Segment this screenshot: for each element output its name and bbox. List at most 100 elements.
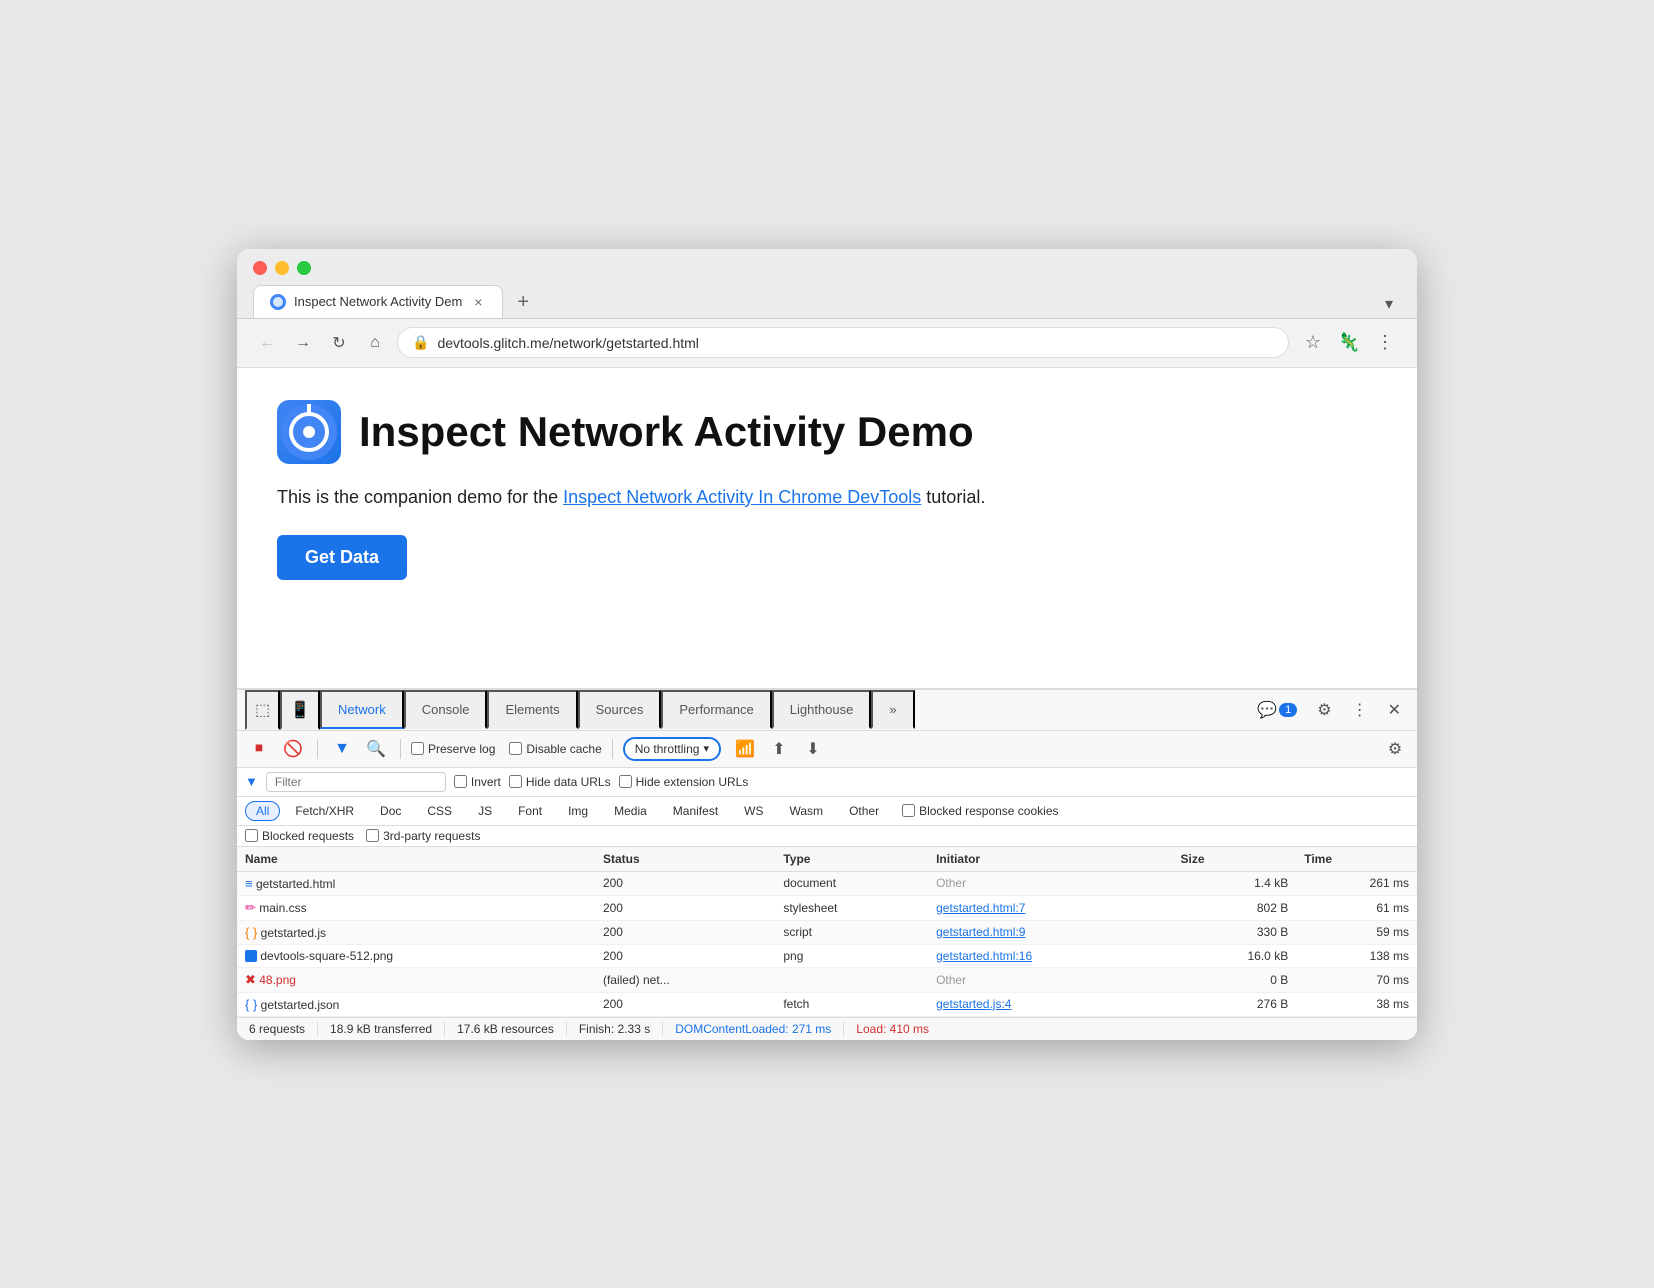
maximize-button[interactable] <box>297 261 311 275</box>
refresh-button[interactable]: ↻ <box>325 329 353 357</box>
blocked-cookies-checkbox[interactable] <box>902 804 915 817</box>
invert-checkbox[interactable] <box>454 775 467 788</box>
tab-close-button[interactable]: × <box>470 294 486 310</box>
devtools-panel: ⬚ 📱 Network Console Elements Sources Per… <box>237 688 1417 1040</box>
toolbar-separator-1 <box>317 739 318 759</box>
table-row[interactable]: { } getstarted.json 200 fetch getstarted… <box>237 992 1417 1016</box>
table-row[interactable]: ≡ getstarted.html 200 document Other 1.4… <box>237 871 1417 895</box>
hide-data-urls-checkbox[interactable] <box>509 775 522 788</box>
network-toolbar: ⏹ 🚫 ▼ 🔍 Preserve log Disable cache <box>237 731 1417 768</box>
type-filter-js[interactable]: JS <box>467 801 503 821</box>
cell-name: { } getstarted.json <box>237 992 595 1016</box>
table-row[interactable]: devtools-square-512.png 200 png getstart… <box>237 944 1417 967</box>
extensions-button[interactable]: 🦎 <box>1333 327 1365 359</box>
resources-size: 17.6 kB resources <box>445 1022 567 1036</box>
type-filter-media[interactable]: Media <box>603 801 658 821</box>
col-type[interactable]: Type <box>775 847 928 872</box>
type-filter-all[interactable]: All <box>245 801 280 821</box>
error-file-icon: ✖ <box>245 972 256 987</box>
tab-more[interactable]: » <box>871 690 914 729</box>
type-filter-fetch-xhr[interactable]: Fetch/XHR <box>284 801 365 821</box>
get-data-button[interactable]: Get Data <box>277 535 407 580</box>
filter-button[interactable]: ▼ <box>328 735 356 763</box>
preserve-log-label[interactable]: Preserve log <box>411 742 495 756</box>
devtools-more-button[interactable]: ⋮ <box>1344 694 1376 726</box>
active-tab[interactable]: Inspect Network Activity Dem × <box>253 285 503 318</box>
tab-lighthouse[interactable]: Lighthouse <box>772 690 872 729</box>
col-initiator[interactable]: Initiator <box>928 847 1172 872</box>
throttle-dropdown[interactable]: No throttling ▾ <box>623 737 721 761</box>
col-size[interactable]: Size <box>1173 847 1297 872</box>
type-filter-ws[interactable]: WS <box>733 801 774 821</box>
blocked-requests-label[interactable]: Blocked requests <box>245 829 354 843</box>
tab-console[interactable]: Console <box>404 690 488 729</box>
type-filter-manifest[interactable]: Manifest <box>662 801 729 821</box>
hide-ext-urls-label[interactable]: Hide extension URLs <box>619 775 749 789</box>
devtools-settings-button[interactable]: ⚙ <box>1309 694 1339 726</box>
third-party-label[interactable]: 3rd-party requests <box>366 829 480 843</box>
cell-initiator[interactable]: getstarted.js:4 <box>928 992 1172 1016</box>
home-button[interactable]: ⌂ <box>361 329 389 357</box>
cell-initiator[interactable]: getstarted.html:9 <box>928 920 1172 944</box>
type-filter-doc[interactable]: Doc <box>369 801 412 821</box>
minimize-button[interactable] <box>275 261 289 275</box>
upload-button[interactable]: ⬆ <box>765 735 793 763</box>
filter-input-wrap[interactable] <box>266 772 446 792</box>
table-row[interactable]: { } getstarted.js 200 script getstarted.… <box>237 920 1417 944</box>
invert-label[interactable]: Invert <box>454 775 501 789</box>
table-row[interactable]: ✏ main.css 200 stylesheet getstarted.htm… <box>237 895 1417 920</box>
html-file-icon: ≡ <box>245 876 253 891</box>
network-settings-button[interactable]: ⚙ <box>1381 735 1409 763</box>
toolbar-separator-3 <box>612 739 613 759</box>
col-status[interactable]: Status <box>595 847 775 872</box>
download-button[interactable]: ⬇ <box>799 735 827 763</box>
forward-button[interactable]: → <box>289 329 317 357</box>
bookmark-button[interactable]: ☆ <box>1297 327 1329 359</box>
blocked-requests-checkbox[interactable] <box>245 829 258 842</box>
tab-dropdown-button[interactable]: ▾ <box>1377 290 1401 318</box>
preserve-log-checkbox[interactable] <box>411 742 424 755</box>
feedback-icon: 💬 <box>1257 700 1277 720</box>
close-button[interactable] <box>253 261 267 275</box>
table-row[interactable]: ✖ 48.png (failed) net... Other 0 B 70 ms <box>237 967 1417 992</box>
tab-performance[interactable]: Performance <box>661 690 771 729</box>
wifi-icon-button[interactable]: 📶 <box>731 735 759 763</box>
third-party-checkbox[interactable] <box>366 829 379 842</box>
devtools-device-icon[interactable]: 📱 <box>280 690 320 730</box>
tab-bar: Inspect Network Activity Dem × + ▾ <box>253 285 1401 318</box>
table-header-row: Name Status Type Initiator Size Time <box>237 847 1417 872</box>
tab-sources[interactable]: Sources <box>578 690 662 729</box>
disable-cache-checkbox[interactable] <box>509 742 522 755</box>
tab-network[interactable]: Network <box>320 690 404 729</box>
back-button[interactable]: ← <box>253 329 281 357</box>
cell-initiator[interactable]: getstarted.html:16 <box>928 944 1172 967</box>
tab-favicon <box>270 294 286 310</box>
type-filter-wasm[interactable]: Wasm <box>779 801 835 821</box>
devtools-close-button[interactable]: ✕ <box>1380 694 1409 726</box>
address-bar[interactable]: 🔒 devtools.glitch.me/network/getstarted.… <box>397 327 1289 358</box>
third-party-text: 3rd-party requests <box>383 829 480 843</box>
record-stop-button[interactable]: ⏹ <box>245 735 273 763</box>
disable-cache-label[interactable]: Disable cache <box>509 742 601 756</box>
new-tab-button[interactable]: + <box>507 287 539 318</box>
devtools-link[interactable]: Inspect Network Activity In Chrome DevTo… <box>563 487 921 507</box>
filter-input[interactable] <box>275 775 437 789</box>
type-filter-img[interactable]: Img <box>557 801 599 821</box>
more-button[interactable]: ⋮ <box>1369 327 1401 359</box>
feedback-button[interactable]: 💬 1 <box>1249 694 1305 726</box>
filter-funnel-icon: ▼ <box>245 774 258 789</box>
col-time[interactable]: Time <box>1296 847 1417 872</box>
hide-ext-urls-checkbox[interactable] <box>619 775 632 788</box>
type-filter-css[interactable]: CSS <box>416 801 463 821</box>
tab-elements[interactable]: Elements <box>487 690 577 729</box>
type-filter-other[interactable]: Other <box>838 801 890 821</box>
devtools-inspect-icon[interactable]: ⬚ <box>245 690 280 730</box>
cell-initiator[interactable]: getstarted.html:7 <box>928 895 1172 920</box>
col-name[interactable]: Name <box>237 847 595 872</box>
css-file-icon: ✏ <box>245 900 256 915</box>
hide-data-urls-label[interactable]: Hide data URLs <box>509 775 611 789</box>
clear-button[interactable]: 🚫 <box>279 735 307 763</box>
search-button[interactable]: 🔍 <box>362 735 390 763</box>
type-filter-font[interactable]: Font <box>507 801 553 821</box>
blocked-cookies-label[interactable]: Blocked response cookies <box>902 804 1058 818</box>
